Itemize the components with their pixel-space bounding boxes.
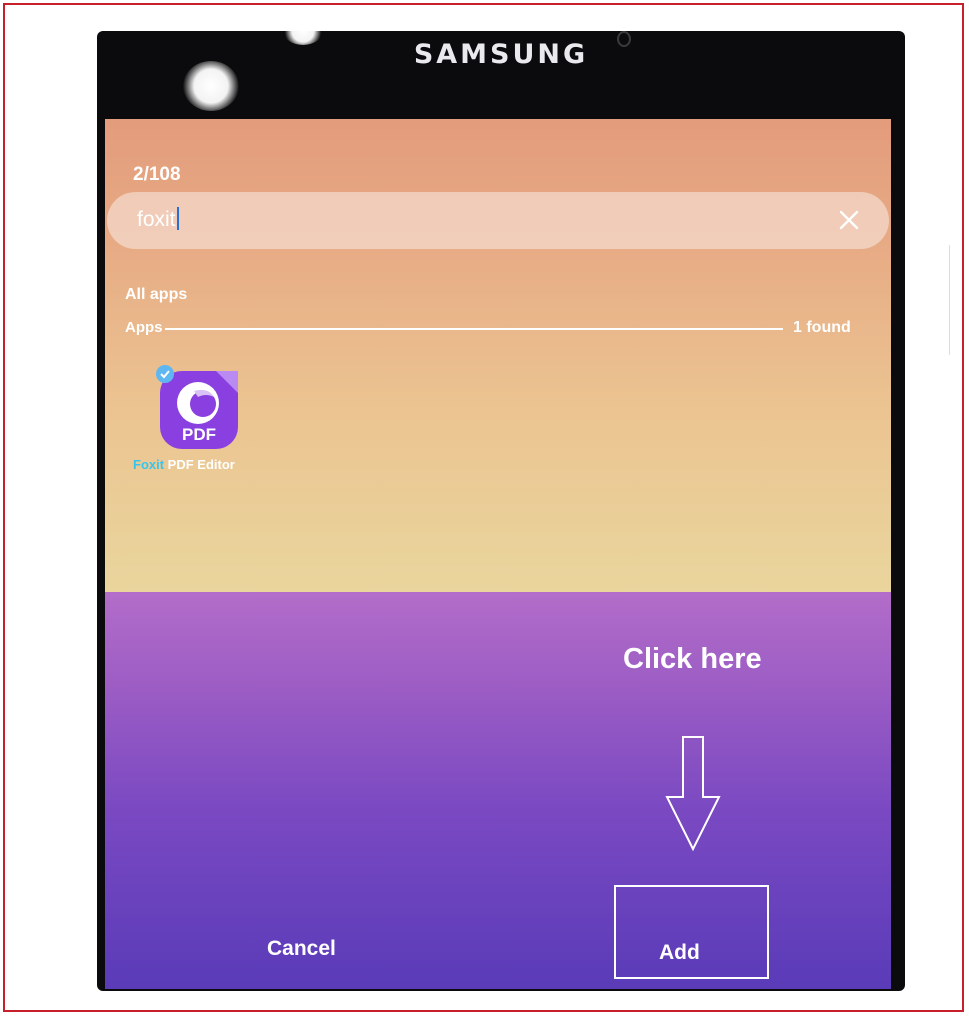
app-result-foxit[interactable]: PDF (154, 363, 244, 453)
check-badge-icon (156, 365, 174, 383)
text-caret (176, 207, 179, 230)
results-count: 1 found (793, 319, 851, 336)
app-picker-screen: 2/108 foxit All apps Apps 1 found PDF Fo… (105, 119, 891, 989)
apps-header-label: Apps (125, 319, 163, 336)
tablet-device: SAMSUNG 2/108 foxit All apps Apps 1 foun… (97, 31, 905, 991)
search-input[interactable]: foxit (137, 207, 179, 232)
foxit-pdf-icon: PDF (156, 365, 238, 449)
search-panel: 2/108 foxit All apps Apps 1 found PDF Fo… (105, 119, 891, 592)
add-button-label: Add (659, 941, 700, 964)
search-bar[interactable]: foxit (107, 192, 889, 249)
search-value: foxit (137, 208, 176, 231)
device-brand-logo: SAMSUNG (413, 39, 589, 70)
divider (165, 328, 783, 330)
app-icon-text: PDF (182, 425, 216, 444)
background-edge (949, 245, 954, 355)
action-panel (105, 592, 891, 989)
add-button[interactable]: Add (614, 885, 769, 979)
arrow-down-icon (665, 736, 721, 852)
close-icon[interactable] (835, 206, 863, 234)
screenshot-frame: SAMSUNG 2/108 foxit All apps Apps 1 foun… (3, 3, 964, 1012)
app-label-highlight: Foxit (133, 457, 165, 472)
app-result-label: Foxit PDF Editor (133, 457, 235, 472)
app-label-rest: PDF Editor (164, 457, 235, 472)
section-title: All apps (125, 286, 188, 303)
cancel-button[interactable]: Cancel (267, 937, 336, 961)
selection-counter: 2/108 (133, 164, 181, 185)
annotation-hint: Click here (623, 643, 762, 675)
